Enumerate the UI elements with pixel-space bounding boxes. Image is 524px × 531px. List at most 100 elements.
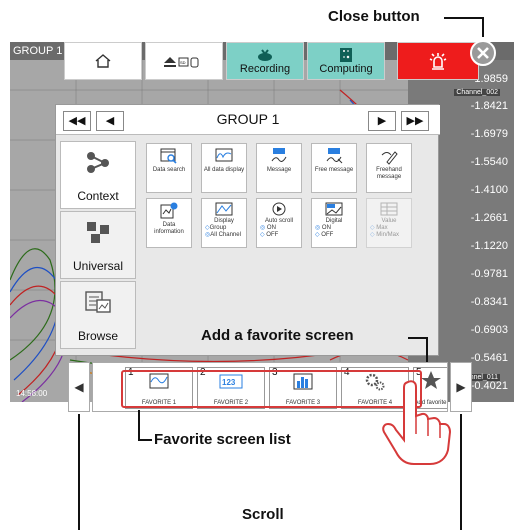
value-option-minmax-label: Min/Max xyxy=(376,232,399,238)
function-panel: ◀◀ ◀ GROUP 1 ▶ ▶▶ Context Universal Brow… xyxy=(55,104,440,356)
scale-value: -1.8421 xyxy=(470,100,508,112)
favorite-list-highlight xyxy=(121,370,422,408)
display-option-group[interactable]: ◇Group xyxy=(202,225,246,232)
free-message-button[interactable]: Free message xyxy=(311,143,357,193)
free-message-label: Free message xyxy=(314,167,354,173)
display-label: Display xyxy=(214,218,234,224)
data-search-label: Data search xyxy=(152,167,186,173)
message-label: Message xyxy=(266,167,292,173)
auto-scroll-on[interactable]: ◎ ON xyxy=(257,225,301,232)
digital-off[interactable]: ◇ OFF xyxy=(312,232,356,239)
value-option-max[interactable]: ◇ Max xyxy=(367,225,411,232)
eject-media-button[interactable]: SD xyxy=(145,42,223,80)
browse-icon xyxy=(85,291,111,313)
tab-universal-label: Universal xyxy=(72,259,123,273)
freehand-message-button[interactable]: Freehand message xyxy=(366,143,412,193)
message-icon xyxy=(271,148,287,162)
scale-value: -0.9781 xyxy=(470,268,508,280)
display-option-all-label: All Channel xyxy=(210,232,241,238)
tab-browse[interactable]: Browse xyxy=(60,281,136,349)
scale-value: -1.1220 xyxy=(470,240,508,252)
digital-button[interactable]: Digital ◎ ON ◇ OFF xyxy=(311,198,357,248)
display-option-group-label: Group xyxy=(209,225,227,231)
scale-value: -0.8341 xyxy=(470,296,508,308)
value-label: Value xyxy=(381,218,397,224)
callout-close-button: Close button xyxy=(328,8,420,25)
callout-add-favorite: Add a favorite screen xyxy=(201,327,354,344)
next-group-button[interactable]: ▶ xyxy=(368,111,396,131)
all-data-display-button[interactable]: All data display xyxy=(201,143,247,193)
tab-browse-label: Browse xyxy=(77,329,118,343)
digital-icon xyxy=(325,202,343,216)
scale-value: -0.6903 xyxy=(470,324,508,336)
tab-context-label: Context xyxy=(77,189,119,203)
close-button[interactable] xyxy=(470,40,496,66)
value-option-minmax[interactable]: ◇ Min/Max xyxy=(367,232,411,239)
digital-off-label: OFF xyxy=(321,232,334,238)
data-information-button[interactable]: Data information xyxy=(146,198,192,248)
record-icon xyxy=(258,49,272,61)
message-button[interactable]: Message xyxy=(256,143,302,193)
scale-value: -1.4100 xyxy=(470,184,508,196)
tab-universal[interactable]: Universal xyxy=(60,211,136,279)
auto-scroll-off-label: OFF xyxy=(266,232,279,238)
scale-value: -0.5461 xyxy=(470,352,508,364)
scroll-left-button[interactable]: ◀ xyxy=(68,362,90,412)
auto-scroll-off[interactable]: ◇ OFF xyxy=(257,232,301,239)
callout-line xyxy=(138,410,140,440)
last-group-button[interactable]: ▶▶ xyxy=(401,111,429,131)
data-information-icon xyxy=(160,202,178,219)
display-button[interactable]: Display ◇Group ◎All Channel xyxy=(201,198,247,248)
context-icon xyxy=(87,152,109,173)
display-option-all[interactable]: ◎All Channel xyxy=(202,232,246,239)
digital-label: Digital xyxy=(325,218,343,224)
digital-on-label: ON xyxy=(321,225,331,231)
group-label: GROUP 1 xyxy=(13,45,63,57)
time-label: 14:58:00 xyxy=(16,389,48,398)
home-button[interactable] xyxy=(64,42,142,80)
data-information-label: Data information xyxy=(154,222,184,235)
auto-scroll-icon xyxy=(272,202,286,216)
alarm-button[interactable] xyxy=(397,42,479,80)
universal-icon xyxy=(87,222,109,243)
tab-context[interactable]: Context xyxy=(60,141,136,209)
display-icon xyxy=(215,202,233,216)
callout-line xyxy=(138,439,152,441)
group-nav-row: ◀◀ ◀ GROUP 1 ▶ ▶▶ xyxy=(56,105,440,135)
waveform-icon xyxy=(215,148,233,162)
callout-favorite-list: Favorite screen list xyxy=(154,431,291,448)
value-option-max-label: Max xyxy=(376,225,388,231)
channel-label: Channel_002 xyxy=(454,89,500,96)
data-search-button[interactable]: Data search xyxy=(146,143,192,193)
recording-button[interactable]: Recording xyxy=(226,42,304,80)
value-button[interactable]: Value ◇ Max ◇ Min/Max xyxy=(366,198,412,248)
data-search-icon xyxy=(160,148,177,164)
scale-value: -1.2661 xyxy=(470,212,508,224)
computing-label: Computing xyxy=(319,63,373,75)
callout-line xyxy=(460,414,462,530)
callout-line xyxy=(78,414,80,530)
alarm-light-icon xyxy=(429,53,447,70)
scale-value: -1.5540 xyxy=(470,156,508,168)
callout-line xyxy=(482,17,484,37)
freehand-pen-icon xyxy=(381,151,398,165)
recording-label: Recording xyxy=(239,63,291,75)
callout-scroll: Scroll xyxy=(242,506,284,523)
all-data-display-label: All data display xyxy=(203,167,245,173)
freehand-message-label: Freehand message xyxy=(376,167,402,180)
auto-scroll-on-label: ON xyxy=(266,225,276,231)
free-message-icon xyxy=(326,148,343,164)
scroll-right-button[interactable]: ▶ xyxy=(450,362,472,412)
value-table-icon xyxy=(380,202,398,216)
auto-scroll-label: Auto scroll xyxy=(264,218,293,224)
svg-text:SD: SD xyxy=(180,60,186,65)
auto-scroll-button[interactable]: Auto scroll ◎ ON ◇ OFF xyxy=(256,198,302,248)
home-icon xyxy=(95,54,111,68)
close-icon xyxy=(477,47,489,59)
callout-line xyxy=(444,17,484,19)
scale-value: -1.6979 xyxy=(470,128,508,140)
calculator-icon xyxy=(340,48,352,62)
digital-on[interactable]: ◎ ON xyxy=(312,225,356,232)
computing-button[interactable]: Computing xyxy=(307,42,385,80)
scale-value: -0.4021 xyxy=(470,380,508,392)
